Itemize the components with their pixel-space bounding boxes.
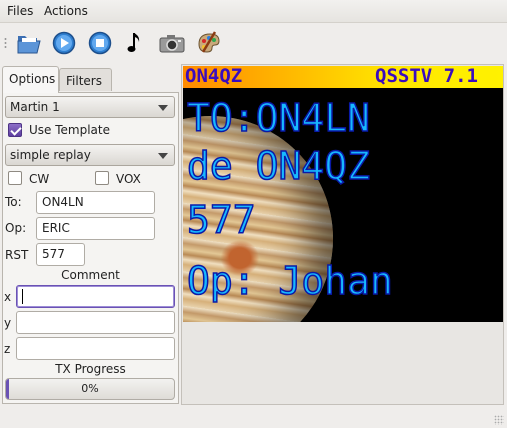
status-bar (0, 406, 507, 428)
chevron-down-icon (158, 153, 168, 159)
vox-checkbox[interactable] (95, 171, 109, 185)
image-header-callsign: ON4QZ (185, 66, 243, 87)
z-label: z (4, 342, 11, 356)
image-header-app: QSSTV 7.1 (375, 66, 478, 87)
to-label: To: (5, 195, 22, 209)
op-label: Op: (5, 221, 27, 235)
use-template-checkbox[interactable] (8, 123, 22, 137)
menu-files[interactable]: Files (7, 4, 33, 18)
tx-progress-text: 0% (81, 382, 99, 395)
comment-x-field[interactable] (16, 285, 175, 308)
camera-icon (159, 35, 185, 53)
comment-z-field[interactable] (16, 337, 175, 360)
to-field[interactable]: ON4LN (36, 191, 155, 214)
snapshot-button[interactable] (159, 30, 185, 56)
x-label: x (4, 290, 12, 304)
cw-label: CW (29, 172, 50, 186)
image-pane: ON4QZ QSSTV 7.1 TO:ON4LN de ON4QZ 577 Op… (181, 64, 504, 405)
vox-label: VOX (116, 172, 141, 186)
toolbar-grip[interactable] (4, 37, 7, 49)
comment-y-field[interactable] (16, 311, 175, 334)
rst-field[interactable]: 577 (36, 243, 85, 266)
tab-filters[interactable]: Filters (59, 68, 112, 91)
tx-progress-bar: 0% (5, 378, 175, 400)
tune-button[interactable] (123, 30, 149, 56)
sstv-image[interactable]: ON4QZ QSSTV 7.1 TO:ON4LN de ON4QZ 577 Op… (183, 66, 503, 322)
op-field[interactable]: ERIC (36, 217, 155, 240)
stop-icon (88, 31, 112, 55)
toolbar (0, 24, 507, 62)
template-select[interactable]: simple replay (5, 144, 175, 166)
image-line-to: TO:ON4LN (186, 95, 371, 141)
text-caret (22, 289, 23, 304)
image-line-rst: 577 (186, 197, 256, 243)
play-button[interactable] (51, 30, 77, 56)
rst-label: RST (5, 248, 29, 262)
mode-select-value: Martin 1 (10, 100, 60, 114)
resize-grip-icon[interactable] (494, 415, 504, 425)
y-label: y (4, 316, 12, 330)
editor-button[interactable] (195, 30, 221, 56)
open-folder-icon (17, 36, 41, 54)
play-icon (52, 31, 76, 55)
music-note-icon (127, 33, 140, 52)
image-header-bar: ON4QZ QSSTV 7.1 (183, 66, 503, 88)
chevron-down-icon (158, 105, 168, 111)
open-button[interactable] (16, 30, 42, 56)
menu-bar: Files Actions (0, 0, 507, 23)
tx-progress-label: TX Progress (55, 362, 126, 376)
mode-select[interactable]: Martin 1 (5, 96, 175, 118)
image-line-op: Op: Johan (186, 258, 393, 304)
tab-options[interactable]: Options (2, 66, 59, 93)
image-line-de: de ON4QZ (186, 143, 371, 189)
cw-checkbox[interactable] (8, 171, 22, 185)
stop-button[interactable] (87, 30, 113, 56)
use-template-label: Use Template (29, 123, 110, 137)
paint-palette-icon (198, 31, 220, 53)
comment-label: Comment (61, 268, 120, 282)
menu-actions[interactable]: Actions (44, 4, 88, 18)
template-select-value: simple replay (10, 148, 91, 162)
